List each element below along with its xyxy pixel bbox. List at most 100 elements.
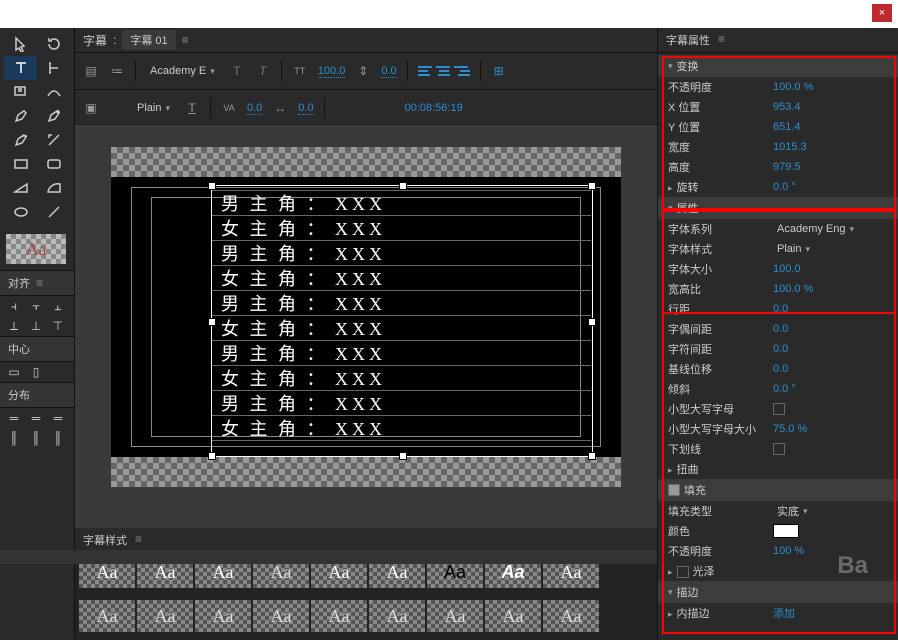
dist-2[interactable]: ═ [28,410,44,426]
underline-checkbox[interactable] [773,443,785,455]
dist-1[interactable]: ═ [6,410,22,426]
fsize-value[interactable]: 100.0 [773,263,801,275]
section-props[interactable]: 属性 [658,197,898,219]
tracking-value[interactable]: 0.0 [773,343,788,355]
leading-value[interactable]: 0.0 [773,303,788,315]
kerning-input[interactable]: 0.0 [247,102,262,115]
title-line[interactable]: 女 主 角 ： XXX [221,317,386,342]
pen-delete-tool[interactable] [4,128,37,152]
vertical-type-tool[interactable] [37,56,70,80]
align-v-top[interactable]: ⟂ [6,318,22,334]
handle-s[interactable] [399,452,407,460]
menu-icon[interactable] [718,32,728,48]
wedge-tool[interactable] [4,176,37,200]
align-v-mid[interactable]: ⊥ [28,318,44,334]
rotate-value[interactable]: 0.0 ° [773,181,796,193]
style-thumb[interactable]: Aa [485,600,541,632]
templates-icon[interactable]: ▤ [83,63,99,79]
style-thumb[interactable]: Aa [137,600,193,632]
style-thumb[interactable]: Aa [427,600,483,632]
fill-opacity-value[interactable]: 100 % [773,545,804,557]
handle-e[interactable] [588,318,596,326]
rectangle-tool[interactable] [4,152,37,176]
title-line[interactable]: 男 主 角 ： XXX [221,392,386,417]
ypos-value[interactable]: 651.4 [773,121,801,133]
line-tool[interactable] [37,200,70,224]
canvas-area[interactable]: 男 主 角 ： XXX女 主 角 ： XXX男 主 角 ： XXX女 主 角 ：… [75,127,657,528]
align-right-button[interactable] [454,63,470,79]
section-transform[interactable]: 变换 [658,55,898,77]
aspect-value[interactable]: 100.0 % [773,283,813,295]
arc-tool[interactable] [37,176,70,200]
underline-icon[interactable]: T [184,100,200,116]
center-h[interactable]: ▭ [6,364,22,380]
color-swatch[interactable]: Aa [6,234,66,264]
show-video-icon[interactable]: ▣ [83,100,99,116]
filltype-dropdown[interactable]: 实底 [773,502,812,520]
title-text-block[interactable]: 男 主 角 ： XXX女 主 角 ： XXX男 主 角 ： XXX女 主 角 ：… [221,192,386,442]
convert-point-tool[interactable] [37,128,70,152]
ffamily-dropdown[interactable]: Academy Eng [773,222,858,236]
type-tool[interactable] [4,56,37,80]
handle-nw[interactable] [208,182,216,190]
dist-6[interactable]: ║ [50,430,66,446]
style-thumb[interactable]: Aa [195,600,251,632]
title-line[interactable]: 女 主 角 ： XXX [221,367,386,392]
tab-stops-icon[interactable]: ⊞ [491,63,507,79]
handle-n[interactable] [399,182,407,190]
title-line[interactable]: 女 主 角 ： XXX [221,417,386,442]
font-style-dropdown[interactable]: Plain [133,101,174,115]
align-h-center[interactable]: ⫟ [28,298,44,314]
center-v[interactable]: ▯ [28,364,44,380]
handle-se[interactable] [588,452,596,460]
dist-4[interactable]: ║ [6,430,22,446]
align-v-bot[interactable]: ⊤ [50,318,66,334]
height-value[interactable]: 979.5 [773,161,801,173]
smallcaps-checkbox[interactable] [773,403,785,415]
handle-w[interactable] [208,318,216,326]
title-line[interactable]: 男 主 角 ： XXX [221,242,386,267]
style-thumb[interactable]: Aa [253,600,309,632]
dist-3[interactable]: ═ [50,410,66,426]
style-thumb[interactable]: Aa [369,600,425,632]
leading-input[interactable]: 0.0 [381,65,396,78]
align-h-right[interactable]: ⫠ [50,298,66,314]
font-size-input[interactable]: 100.0 [318,65,346,78]
smallcaps-size-value[interactable]: 75.0 % [773,423,807,435]
width-value[interactable]: 1015.3 [773,141,807,153]
tracking-input[interactable]: 0.0 [298,102,313,115]
style-thumb[interactable]: Aa [543,600,599,632]
title-line[interactable]: 女 主 角 ： XXX [221,267,386,292]
section-fill[interactable]: 填充 [658,479,898,501]
style-thumb[interactable]: Aa [311,600,367,632]
color-chip[interactable] [773,524,799,538]
align-h-left[interactable]: ⫞ [6,298,22,314]
section-stroke[interactable]: 描边 [658,581,898,603]
pen-tool[interactable] [4,104,37,128]
regular-t-icon[interactable]: T [229,63,245,79]
roll-crawl-icon[interactable]: ≔ [109,63,125,79]
menu-icon[interactable] [36,276,46,290]
path-type-tool[interactable] [37,80,70,104]
title-line[interactable]: 女 主 角 ： XXX [221,217,386,242]
style-thumb[interactable]: Aa [79,600,135,632]
area-type-tool[interactable] [4,80,37,104]
slant-value[interactable]: 0.0 ° [773,383,796,395]
dist-5[interactable]: ║ [28,430,44,446]
handle-ne[interactable] [588,182,596,190]
rotate-tool[interactable] [37,32,70,56]
document-tab[interactable]: 字幕 01 [122,30,175,50]
title-line[interactable]: 男 主 角 ： XXX [221,292,386,317]
rounded-rect-tool[interactable] [37,152,70,176]
menu-icon[interactable] [182,33,192,47]
kerning-value[interactable]: 0.0 [773,323,788,335]
selection-tool[interactable] [4,32,37,56]
menu-icon[interactable] [135,532,145,548]
canvas[interactable]: 男 主 角 ： XXX女 主 角 ： XXX男 主 角 ： XXX女 主 角 ：… [111,147,621,487]
pen-add-tool[interactable] [37,104,70,128]
title-line[interactable]: 男 主 角 ： XXX [221,342,386,367]
align-left-button[interactable] [418,63,434,79]
xpos-value[interactable]: 953.4 [773,101,801,113]
fstyle-dropdown[interactable]: Plain [773,242,814,256]
baseline-value[interactable]: 0.0 [773,363,788,375]
